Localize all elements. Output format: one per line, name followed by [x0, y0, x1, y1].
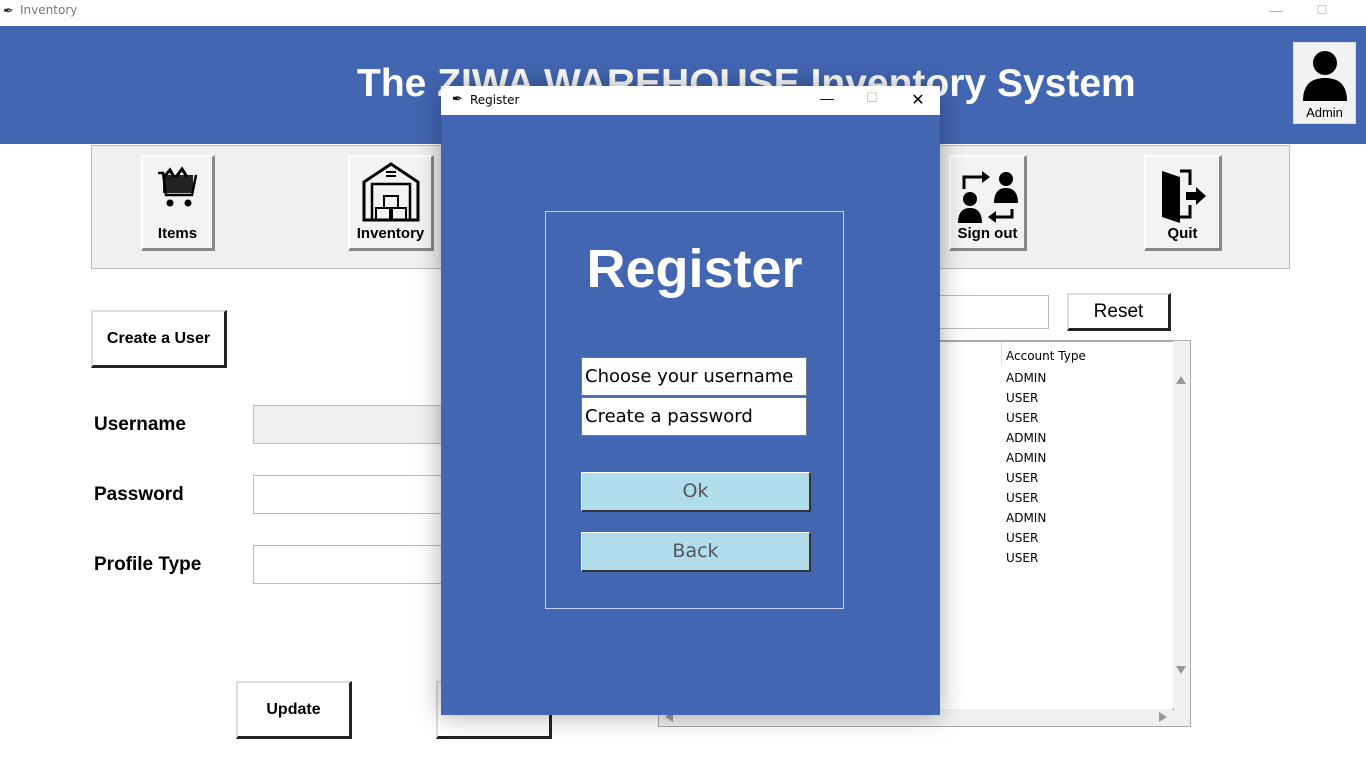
back-button[interactable]: Back	[581, 532, 811, 572]
table-row[interactable]: ADMIN	[1006, 371, 1046, 385]
table-row[interactable]: USER	[1006, 411, 1038, 425]
close-button[interactable]	[1345, 0, 1366, 22]
maximize-button[interactable]: ☐	[1299, 0, 1345, 22]
username-label: Username	[94, 414, 186, 435]
profile-type-field[interactable]	[253, 545, 453, 584]
table-row[interactable]: USER	[1006, 491, 1038, 505]
dialog-titlebar: ✒ Register — ☐ ✕	[441, 86, 940, 115]
quit-label: Quit	[1167, 225, 1198, 242]
table-row[interactable]: USER	[1006, 551, 1038, 565]
table-row[interactable]: USER	[1006, 531, 1038, 545]
scroll-right-arrow-icon[interactable]	[1159, 712, 1167, 722]
vertical-scrollbar[interactable]	[1173, 341, 1189, 708]
window-title: Inventory	[20, 3, 78, 17]
column-divider	[1001, 342, 1002, 366]
password-input[interactable]: Create a password	[581, 397, 807, 436]
register-heading: Register	[586, 239, 803, 299]
column-header-account-type[interactable]: Account Type	[1006, 349, 1086, 363]
exit-door-icon	[1161, 169, 1206, 223]
table-row[interactable]: USER	[1006, 471, 1038, 485]
window-titlebar: ✒ Inventory — ☐	[0, 0, 1366, 22]
warehouse-icon	[362, 162, 419, 222]
inventory-button[interactable]: Inventory	[348, 155, 434, 251]
update-button[interactable]: Update	[236, 681, 352, 739]
profile-type-label: Profile Type	[94, 554, 202, 575]
user-icon	[1303, 51, 1347, 101]
dialog-maximize-button[interactable]: ☐	[852, 90, 892, 106]
scroll-up-arrow-icon[interactable]	[1176, 376, 1186, 384]
dialog-title: Register	[470, 93, 520, 107]
feather-icon: ✒	[3, 3, 14, 18]
user-avatar-button[interactable]: Admin	[1293, 42, 1356, 124]
user-label: Admin	[1306, 105, 1343, 120]
feather-icon: ✒	[452, 91, 463, 106]
table-row[interactable]: USER	[1006, 391, 1038, 405]
items-label: Items	[157, 225, 198, 242]
quit-button[interactable]: Quit	[1144, 155, 1222, 251]
table-row[interactable]: ADMIN	[1006, 451, 1046, 465]
inventory-label: Inventory	[356, 225, 425, 242]
dialog-close-button[interactable]: ✕	[898, 90, 938, 110]
username-input[interactable]: Choose your username	[581, 357, 807, 396]
signout-label: Sign out	[957, 225, 1018, 242]
table-row[interactable]: ADMIN	[1006, 431, 1046, 445]
dialog-minimize-button[interactable]: —	[807, 90, 847, 106]
items-button[interactable]: Items	[141, 155, 215, 251]
table-row[interactable]: ADMIN	[1006, 511, 1046, 525]
create-user-button[interactable]: Create a User	[91, 310, 227, 368]
password-field[interactable]	[253, 475, 453, 514]
signout-button[interactable]: Sign out	[949, 155, 1027, 251]
scroll-down-arrow-icon[interactable]	[1176, 666, 1186, 674]
register-dialog: ✒ Register — ☐ ✕ Register Choose your us…	[441, 86, 940, 715]
register-frame: Register Choose your username Create a p…	[545, 211, 844, 609]
minimize-button[interactable]: —	[1253, 0, 1299, 22]
shopping-cart-icon	[157, 166, 197, 207]
reset-button[interactable]: Reset	[1067, 293, 1171, 331]
switch-user-icon	[957, 171, 1018, 223]
password-label: Password	[94, 484, 184, 505]
username-field[interactable]	[253, 405, 453, 444]
ok-button[interactable]: Ok	[581, 472, 811, 512]
